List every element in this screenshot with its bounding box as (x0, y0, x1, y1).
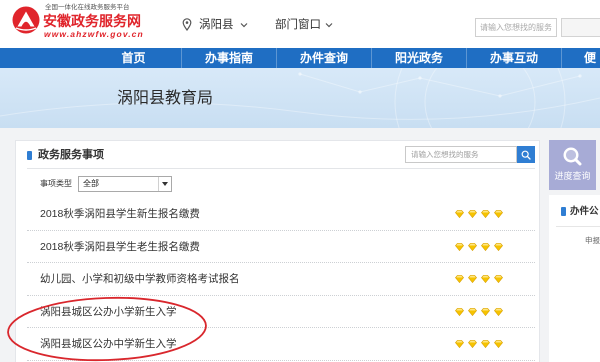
services-search-input[interactable] (405, 146, 517, 163)
location-value: 涡阳县 (199, 19, 234, 31)
diamond-icon (455, 210, 464, 218)
ahzwfw-logo-icon (12, 6, 40, 34)
service-item[interactable]: 2018秋季涡阳县学生老生报名缴费 (27, 231, 535, 263)
service-star-rating (455, 307, 503, 316)
service-item[interactable]: 幼儿园、小学和初级中学教师资格考试报名 (27, 263, 535, 296)
diamond-icon (481, 340, 490, 348)
top-header: 全国一体化在线政务服务平台 安徽政务服务网 www.ahzwfw.gov.cn … (0, 0, 600, 48)
page: 全国一体化在线政务服务平台 安徽政务服务网 www.ahzwfw.gov.cn … (0, 0, 600, 362)
progress-query-label: 进度查询 (554, 171, 591, 181)
nav-item-guide[interactable]: 办事指南 (181, 48, 276, 68)
service-star-rating (455, 210, 503, 218)
search-icon (563, 147, 582, 166)
diamond-icon (494, 307, 503, 316)
service-item-link[interactable]: 涡阳县城区公办中学新生入学 (40, 328, 177, 360)
logo-platform-text: 全国一体化在线政务服务平台 (45, 4, 130, 11)
diamond-icon (481, 275, 490, 283)
service-item[interactable]: 2018秋季涡阳县学生新生报名缴费 (27, 198, 535, 231)
logo-url-text: www.ahzwfw.gov.cn (44, 29, 144, 39)
header-search-button[interactable] (561, 18, 600, 37)
item-type-label: 事项类型 (40, 179, 72, 188)
service-item[interactable]: 涡阳县城区公办小学新生入学 (27, 296, 535, 328)
chevron-down-icon (240, 23, 248, 28)
location-pin-icon (182, 18, 192, 31)
department-window-label: 部门窗口 (275, 19, 321, 31)
service-star-rating (455, 340, 503, 348)
service-item[interactable]: 涡阳县城区公办中学新生入学 (27, 328, 535, 361)
public-notice-panel: 办件公 申报 (549, 195, 600, 362)
banner-pattern (0, 68, 600, 128)
public-notice-column-label: 申报 (585, 236, 600, 245)
diamond-icon (455, 275, 464, 283)
services-search-button[interactable] (517, 146, 535, 163)
location-selector[interactable]: 涡阳县 (180, 16, 250, 34)
diamond-icon (468, 275, 477, 283)
service-item-link[interactable]: 幼儿园、小学和初级中学教师资格考试报名 (40, 263, 240, 295)
section-divider (556, 226, 600, 227)
chevron-down-icon (325, 23, 333, 28)
service-star-rating (455, 242, 503, 251)
page-title: 涡阳县教育局 (117, 90, 214, 107)
nav-item-open-government[interactable]: 阳光政务 (371, 48, 466, 68)
diamond-icon (481, 242, 490, 251)
diamond-icon (455, 307, 464, 316)
search-icon (521, 150, 531, 160)
diamond-icon (481, 307, 490, 316)
item-type-selected-value: 全部 (83, 179, 99, 188)
diamond-icon (481, 210, 490, 218)
department-window-selector[interactable]: 部门窗口 (272, 16, 334, 34)
diamond-icon (468, 340, 477, 348)
diamond-icon (468, 242, 477, 251)
diamond-icon (494, 340, 503, 348)
service-item-list: 2018秋季涡阳县学生新生报名缴费 2018秋季涡阳县学生老生报名缴费 幼儿园、… (27, 198, 535, 361)
section-divider (27, 168, 535, 169)
select-arrow-button (158, 177, 171, 191)
diamond-icon (494, 210, 503, 218)
nav-item-case-query[interactable]: 办件查询 (276, 48, 371, 68)
logo-site-name: 安徽政务服务网 (43, 13, 141, 29)
services-title: 政务服务事项 (38, 149, 104, 161)
diamond-icon (455, 242, 464, 251)
item-type-select[interactable]: 全部 (78, 176, 172, 192)
progress-query-button[interactable]: 进度查询 (549, 140, 596, 190)
nav-item-interaction[interactable]: 办事互动 (466, 48, 561, 68)
department-banner: 涡阳县教育局 (0, 68, 600, 128)
diamond-icon (468, 210, 477, 218)
diamond-icon (494, 275, 503, 283)
section-marker-icon (27, 151, 32, 160)
caret-down-icon (162, 182, 168, 186)
service-item-link[interactable]: 2018秋季涡阳县学生老生报名缴费 (40, 231, 200, 263)
service-item-link[interactable]: 2018秋季涡阳县学生新生报名缴费 (40, 198, 200, 230)
diamond-icon (455, 340, 464, 348)
diamond-icon (468, 307, 477, 316)
nav-item-convenience[interactable]: 便 (561, 48, 600, 68)
diamond-icon (494, 242, 503, 251)
site-logo-link[interactable]: 全国一体化在线政务服务平台 安徽政务服务网 www.ahzwfw.gov.cn (0, 0, 150, 42)
header-search-input[interactable] (475, 18, 557, 37)
services-panel: 政务服务事项 事项类型 全部 2018秋季涡阳县学生新生报名缴费 (15, 140, 540, 362)
public-notice-title: 办件公 (570, 206, 599, 217)
main-nav: 首页 办事指南 办件查询 阳光政务 办事互动 便 (0, 48, 600, 68)
service-item-link[interactable]: 涡阳县城区公办小学新生入学 (40, 296, 177, 328)
section-marker-icon (561, 207, 566, 216)
service-star-rating (455, 275, 503, 283)
nav-item-home[interactable]: 首页 (86, 48, 181, 68)
